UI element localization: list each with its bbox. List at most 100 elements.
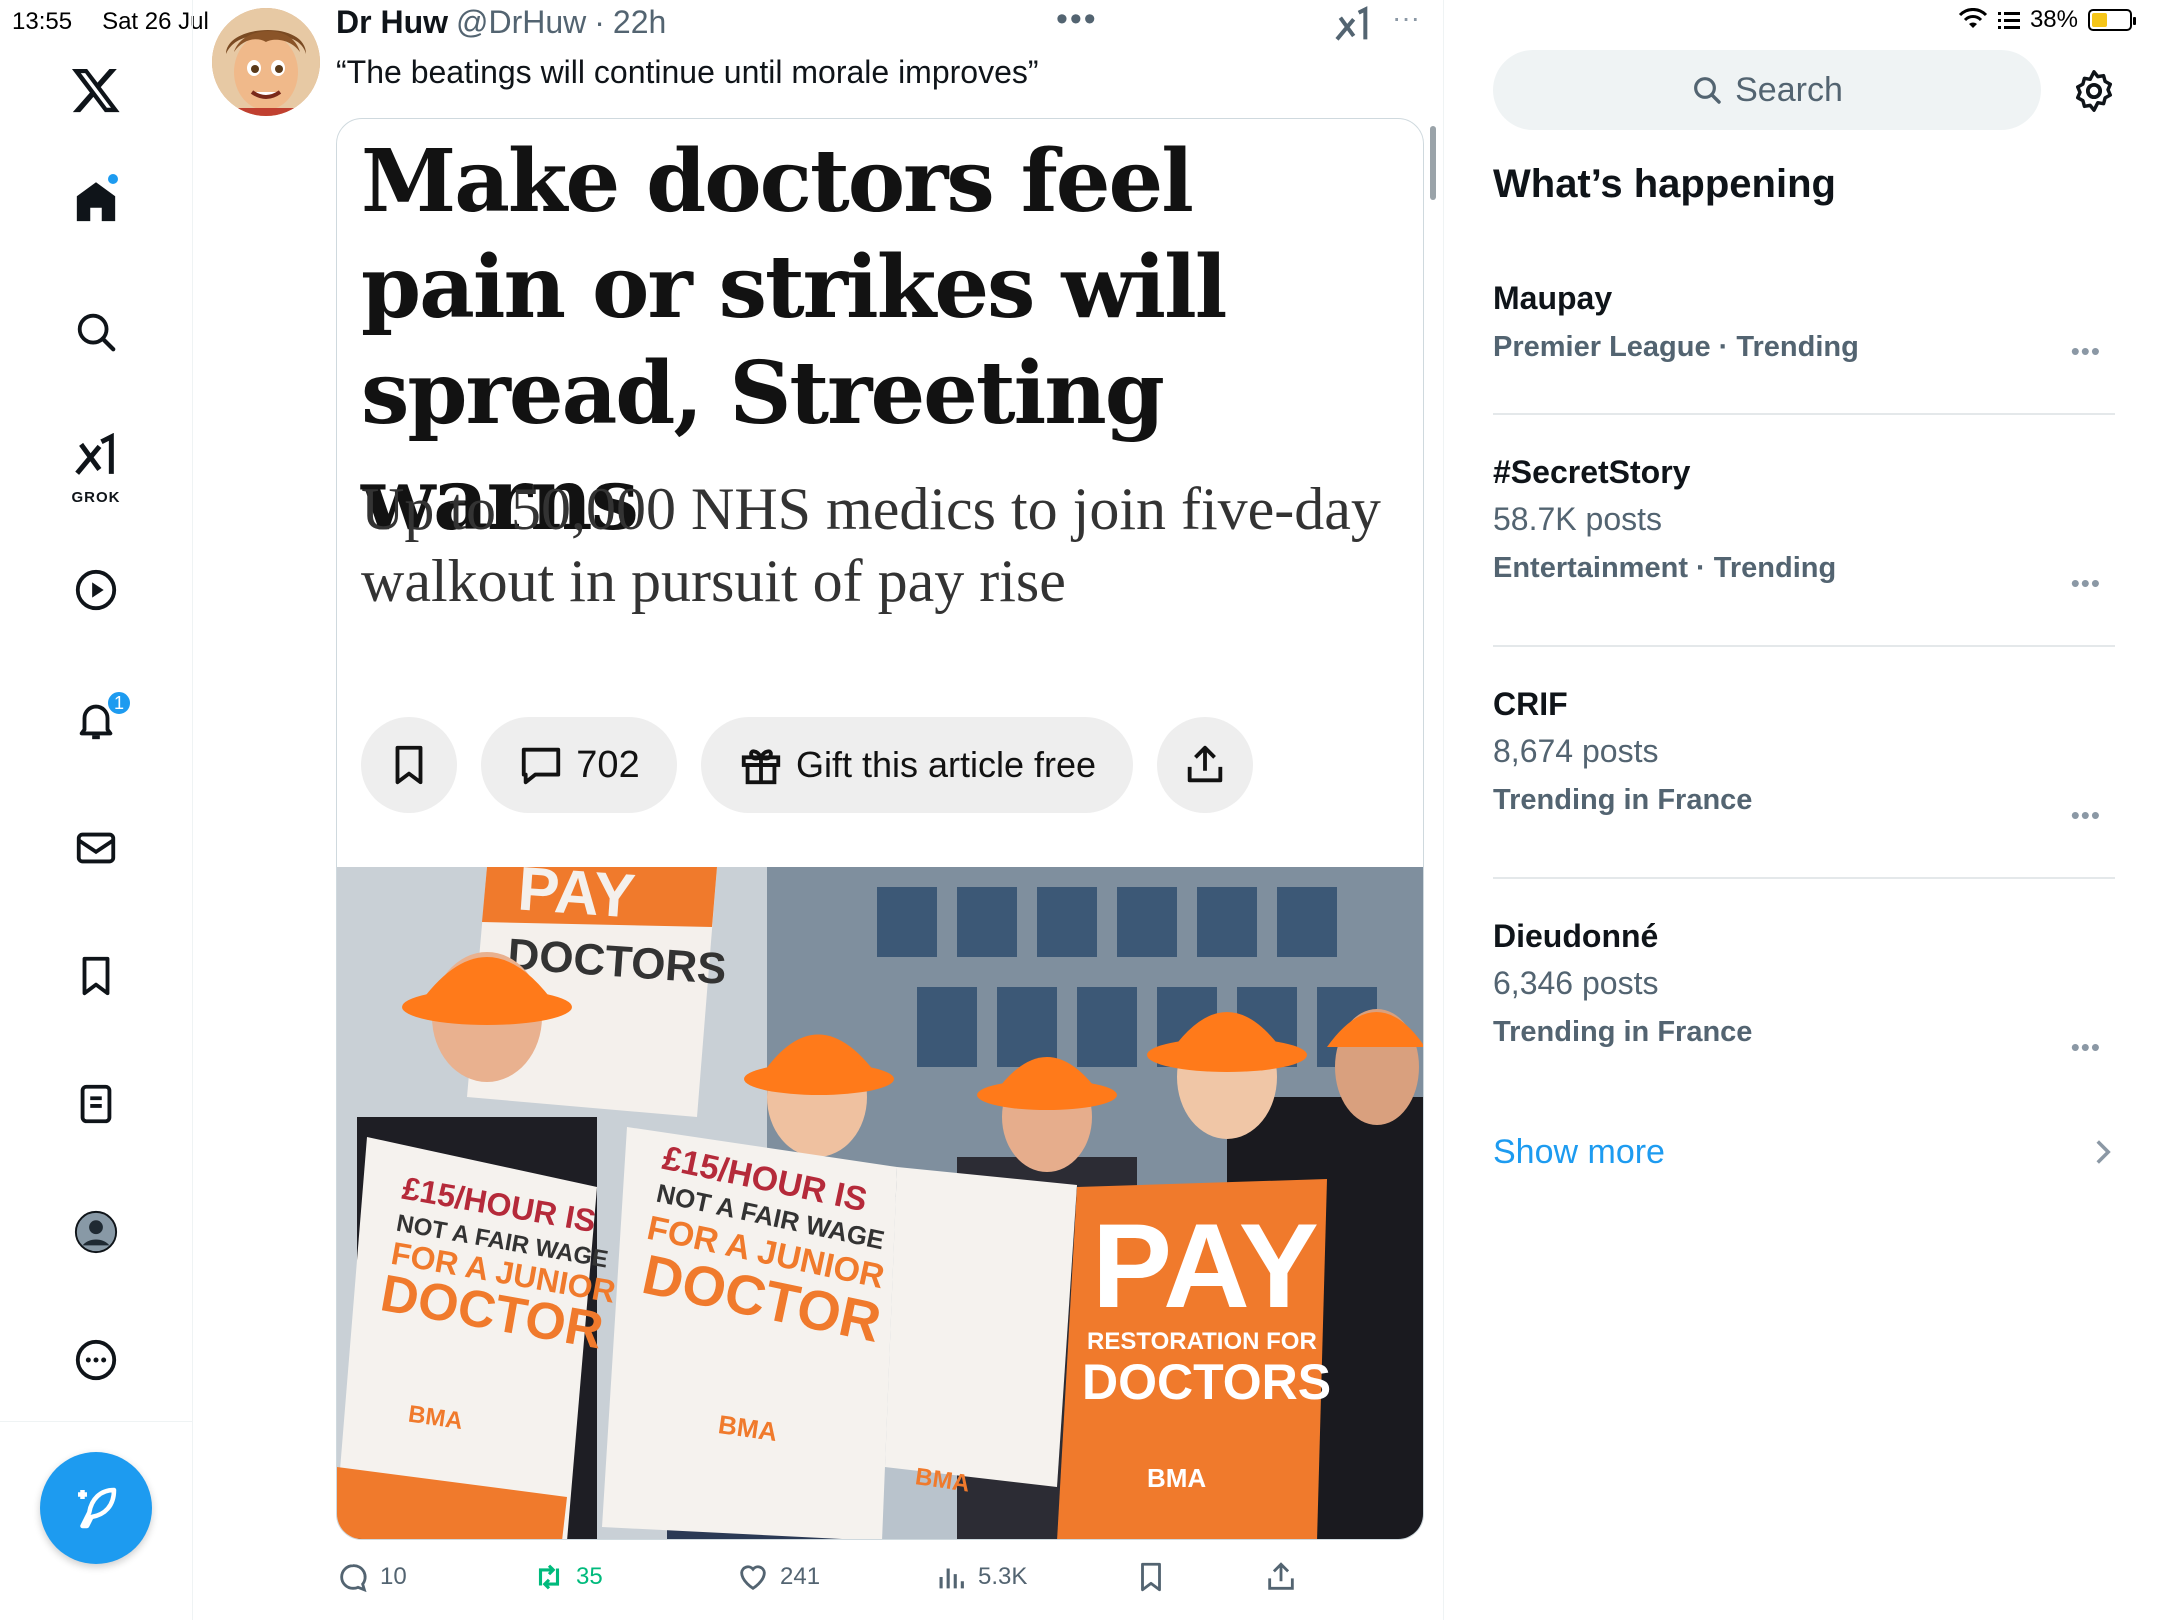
settings-gear-icon[interactable]: [2071, 68, 2117, 114]
share-icon: [1187, 745, 1223, 783]
bookmark-icon: [1141, 1562, 1161, 1592]
nav-home[interactable]: [56, 162, 136, 242]
sign-bma-main: BMA: [1147, 1463, 1206, 1493]
trend-name: Maupay: [1493, 280, 1613, 316]
trend-item[interactable]: #SecretStory 58.7K posts Entertainment ·…: [1493, 454, 2115, 598]
grok-explain-icon[interactable]: [1332, 6, 1372, 46]
compose-post-button[interactable]: [40, 1452, 152, 1564]
trend-divider: [1493, 645, 2115, 647]
reply-button[interactable]: 10: [336, 1560, 407, 1594]
repost-icon: [538, 1564, 560, 1590]
nav-bookmarks[interactable]: [56, 936, 136, 1016]
nav-notifications[interactable]: 1: [56, 680, 136, 760]
profile-icon: [74, 1210, 118, 1254]
trend-more-button[interactable]: •••: [2071, 1032, 2101, 1063]
trend-more-button[interactable]: •••: [2071, 568, 2101, 599]
article-subhead: Up to 50,000 NHS medics to join five-day…: [361, 476, 1381, 614]
more-icon: [75, 1339, 117, 1381]
tweet-timestamp[interactable]: 22h: [613, 4, 666, 41]
nav-lists[interactable]: [56, 1064, 136, 1144]
protest-photo[interactable]: PAY DOCTORS £15/HOUR IS NOT A FAIR WAGE …: [337, 867, 1424, 1540]
gift-article-button[interactable]: Gift this article free: [701, 717, 1133, 813]
reply-count: 10: [380, 1563, 407, 1590]
bookmark-icon: [395, 745, 423, 785]
trend-meta: Premier League · Trending: [1493, 331, 1859, 363]
nav-video[interactable]: [56, 550, 136, 630]
video-icon: [75, 569, 117, 611]
views-chart-icon: [939, 1568, 964, 1589]
chevron-right-icon[interactable]: [2091, 1138, 2115, 1166]
trend-divider: [1493, 877, 2115, 879]
like-button[interactable]: 241: [736, 1560, 820, 1594]
sign-doctors-main: DOCTORS: [1082, 1354, 1331, 1410]
search-icon: [1694, 77, 1721, 104]
grok-icon: [75, 433, 114, 475]
view-count: 5.3K: [978, 1563, 1028, 1590]
x-logo-icon: [71, 68, 120, 113]
nav-explore[interactable]: [56, 292, 136, 372]
nav-messages[interactable]: [56, 808, 136, 888]
nav-profile[interactable]: [56, 1192, 136, 1272]
article-action-row: 702 Gift this article free: [361, 717, 1253, 813]
share-button[interactable]: [1264, 1560, 1298, 1594]
article-share-button[interactable]: [1157, 717, 1253, 813]
trend-meta: Trending in France: [1493, 1016, 1753, 1048]
article-comments-count: 702: [576, 743, 640, 786]
repost-button[interactable]: 35: [532, 1560, 603, 1594]
tweet-text: “The beatings will continue until morale…: [336, 54, 1039, 90]
nav-divider: [0, 1421, 193, 1422]
trend-item[interactable]: Dieudonné 6,346 posts Trending in France…: [1493, 918, 2115, 1062]
trend-post-count: 6,346 posts: [1493, 965, 1659, 1001]
gift-article-label: Gift this article free: [795, 744, 1097, 785]
cartoon-avatar-image: [212, 8, 320, 116]
tweet-more-menu[interactable]: •••: [1056, 0, 1098, 39]
trend-more-button[interactable]: •••: [2071, 336, 2101, 367]
post-options-dots[interactable]: ···: [1392, 2, 1420, 34]
share-icon: [1268, 1562, 1294, 1590]
trend-item[interactable]: CRIF 8,674 posts Trending in France •••: [1493, 686, 2115, 830]
bookmark-icon: [82, 956, 110, 996]
nav-grok[interactable]: GROK: [56, 420, 136, 510]
trend-post-count: 8,674 posts: [1493, 733, 1659, 769]
home-unread-dot: [108, 174, 118, 184]
tweet-header: Dr Huw @DrHuw · 22h: [336, 4, 666, 41]
author-name[interactable]: Dr Huw: [336, 4, 448, 41]
sign-pay-main: PAY: [1092, 1199, 1319, 1333]
right-sidebar: Search What’s happening Maupay Premier L…: [1445, 0, 2160, 1620]
avatar[interactable]: [212, 8, 320, 116]
scrollbar[interactable]: [1430, 126, 1436, 200]
notification-badge: 1: [106, 690, 132, 716]
sign-pay-top: PAY: [516, 867, 638, 932]
home-icon: [76, 182, 116, 222]
trend-item[interactable]: Maupay Premier League · Trending •••: [1493, 280, 2115, 367]
trend-name: CRIF: [1493, 686, 1568, 722]
search-input[interactable]: Search: [1493, 50, 2041, 130]
trend-name: Dieudonné: [1493, 918, 1659, 954]
x-logo[interactable]: [56, 50, 136, 130]
search-icon: [77, 313, 116, 352]
tweet-media-screenshot[interactable]: Make doctors feel pain or strikes will s…: [336, 118, 1424, 1540]
list-icon: [80, 1084, 112, 1124]
trend-meta: Entertainment · Trending: [1493, 552, 1837, 584]
show-more-link[interactable]: Show more: [1493, 1133, 1665, 1172]
repost-count: 35: [576, 1563, 603, 1590]
views-button[interactable]: 5.3K: [934, 1560, 1027, 1594]
left-navigation: GROK 1: [0, 0, 193, 1620]
sign-restoration-main: RESTORATION FOR: [1087, 1328, 1317, 1355]
mail-icon: [76, 832, 116, 864]
heart-icon: [740, 1565, 766, 1591]
trend-more-button[interactable]: •••: [2071, 800, 2101, 831]
article-bookmark-button[interactable]: [361, 717, 457, 813]
bookmark-button[interactable]: [1134, 1560, 1168, 1594]
trend-divider: [1493, 413, 2115, 415]
author-handle[interactable]: @DrHuw: [456, 4, 586, 41]
article-comments-button[interactable]: 702: [481, 717, 677, 813]
trend-post-count: 58.7K posts: [1493, 501, 1662, 537]
grok-label: GROK: [71, 489, 121, 506]
reply-icon: [340, 1564, 367, 1593]
trend-meta: Trending in France: [1493, 784, 1753, 816]
trend-name: #SecretStory: [1493, 454, 1691, 490]
header-separator: ·: [594, 4, 605, 40]
whats-happening-title: What’s happening: [1493, 162, 1836, 206]
nav-more[interactable]: [56, 1320, 136, 1400]
